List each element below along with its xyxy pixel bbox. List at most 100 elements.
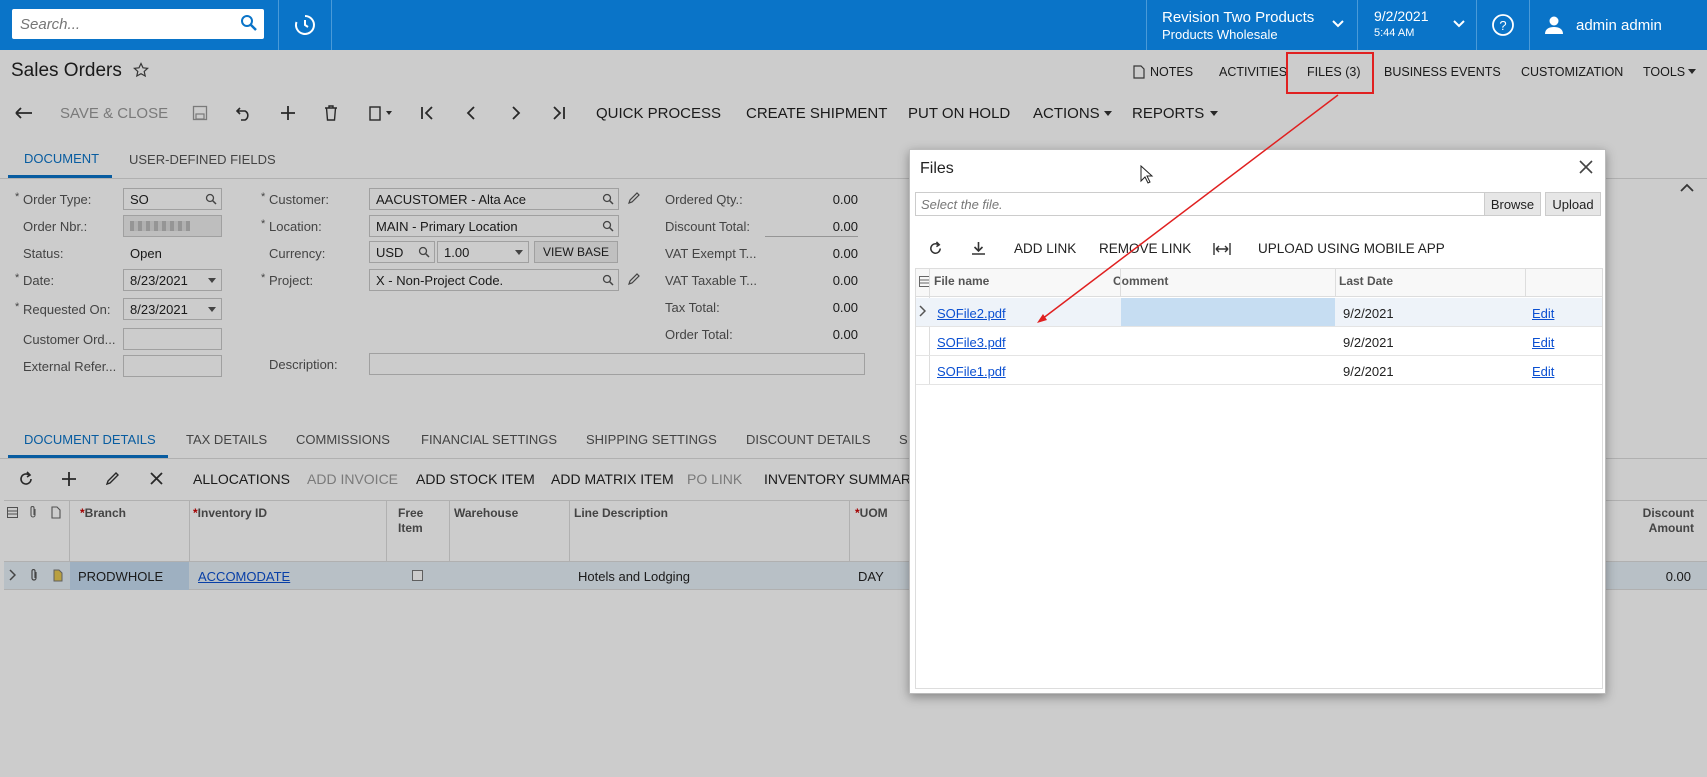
customer-order-field[interactable] — [123, 328, 222, 350]
tools-menu[interactable]: TOOLS — [1643, 65, 1685, 79]
search-box[interactable] — [12, 9, 264, 39]
col-last-date[interactable]: Last Date — [1339, 274, 1393, 288]
external-ref-field[interactable] — [123, 355, 222, 377]
delete-row-icon[interactable] — [150, 472, 163, 485]
edit-row-icon[interactable] — [105, 471, 120, 486]
next-record-icon[interactable] — [510, 106, 522, 120]
tab-document-details[interactable]: DOCUMENT DETAILS — [24, 432, 156, 447]
description-field[interactable] — [369, 353, 865, 375]
help-button[interactable]: ? — [1477, 0, 1529, 50]
file-link-sofile1[interactable]: SOFile1.pdf — [937, 364, 1006, 379]
add-matrix-item-button[interactable]: ADD MATRIX ITEM — [551, 471, 674, 487]
location-field[interactable]: MAIN - Primary Location — [369, 215, 619, 237]
back-icon[interactable] — [15, 106, 33, 120]
col-comment[interactable]: Comment — [1113, 274, 1168, 288]
file-edit-link[interactable]: Edit — [1532, 306, 1554, 321]
business-events-link[interactable]: BUSINESS EVENTS — [1384, 65, 1501, 79]
col-warehouse[interactable]: Warehouse — [454, 506, 518, 520]
business-date-selector[interactable]: 9/2/2021 5:44 AM — [1358, 0, 1476, 50]
caret-down-icon[interactable] — [515, 250, 523, 256]
previous-record-icon[interactable] — [465, 106, 477, 120]
free-item-checkbox[interactable] — [412, 570, 423, 581]
add-link-button[interactable]: ADD LINK — [1014, 241, 1076, 256]
file-row[interactable] — [916, 356, 1602, 385]
caret-down-icon[interactable] — [208, 307, 216, 313]
attachment-icon[interactable] — [29, 569, 39, 582]
copy-paste-icon[interactable] — [368, 105, 392, 121]
search-icon[interactable] — [602, 220, 614, 232]
file-select-input[interactable]: Select the file. — [915, 192, 1486, 216]
view-base-button[interactable]: VIEW BASE — [534, 241, 618, 263]
put-on-hold-button[interactable]: PUT ON HOLD — [908, 105, 1010, 122]
row-expand-icon[interactable] — [9, 569, 16, 581]
actions-menu[interactable]: ACTIONS — [1033, 105, 1100, 122]
col-uom[interactable]: *UOM — [855, 506, 888, 520]
row-expand-icon[interactable] — [919, 305, 926, 317]
remove-link-button[interactable]: REMOVE LINK — [1099, 241, 1191, 256]
cell-discount-amount[interactable]: 0.00 — [1640, 569, 1691, 584]
favorite-star-icon[interactable] — [133, 62, 149, 78]
add-icon[interactable] — [280, 105, 296, 121]
inventory-summary-button[interactable]: INVENTORY SUMMARY — [764, 471, 920, 487]
cell-uom[interactable]: DAY — [858, 569, 884, 584]
reports-menu[interactable]: REPORTS — [1132, 105, 1204, 122]
project-field[interactable]: X - Non-Project Code. — [369, 269, 619, 291]
customization-link[interactable]: CUSTOMIZATION — [1521, 65, 1623, 79]
activities-link[interactable]: ACTIVITIES — [1219, 65, 1287, 79]
search-icon[interactable] — [602, 274, 614, 286]
create-shipment-button[interactable]: CREATE SHIPMENT — [746, 105, 887, 122]
col-file-name[interactable]: File name — [934, 274, 989, 288]
cell-branch[interactable]: PRODWHOLE — [78, 569, 163, 584]
search-icon[interactable] — [418, 246, 430, 258]
tab-shipping-settings[interactable]: SHIPPING SETTINGS — [586, 432, 717, 447]
file-edit-link[interactable]: Edit — [1532, 364, 1554, 379]
col-line-description[interactable]: Line Description — [574, 506, 668, 520]
undo-icon[interactable] — [236, 105, 252, 121]
col-inventory-id[interactable]: *Inventory ID — [193, 506, 267, 520]
tab-user-defined-fields[interactable]: USER-DEFINED FIELDS — [129, 152, 276, 167]
caret-down-icon[interactable] — [208, 278, 216, 284]
edit-pencil-icon[interactable] — [627, 191, 641, 205]
browse-button[interactable]: Browse — [1484, 192, 1541, 216]
download-icon[interactable] — [971, 241, 986, 256]
order-nbr-field[interactable] — [123, 215, 222, 237]
tab-discount-details[interactable]: DISCOUNT DETAILS — [746, 432, 870, 447]
refresh-icon[interactable] — [18, 471, 34, 487]
note-icon[interactable] — [53, 569, 63, 582]
tab-financial-settings[interactable]: FINANCIAL SETTINGS — [421, 432, 557, 447]
save-icon[interactable] — [192, 105, 208, 121]
delete-icon[interactable] — [324, 105, 338, 121]
fit-columns-icon[interactable] — [1213, 243, 1231, 255]
file-row[interactable] — [916, 327, 1602, 356]
add-stock-item-button[interactable]: ADD STOCK ITEM — [416, 471, 535, 487]
grid-settings-icon[interactable] — [7, 507, 18, 518]
customer-field[interactable]: AACUSTOMER - Alta Ace — [369, 188, 619, 210]
comment-cell-selected[interactable] — [1121, 298, 1335, 326]
edit-pencil-icon[interactable] — [627, 272, 641, 286]
refresh-icon[interactable] — [928, 241, 943, 256]
search-input[interactable] — [12, 9, 232, 39]
cell-inventory-id-link[interactable]: ACCOMODATE — [198, 569, 290, 584]
company-selector[interactable]: Revision Two Products Products Wholesale — [1147, 0, 1357, 50]
add-row-icon[interactable] — [61, 471, 77, 487]
col-branch[interactable]: *Branch — [80, 506, 126, 520]
search-icon[interactable] — [602, 193, 614, 205]
search-icon[interactable] — [240, 14, 258, 32]
add-invoice-button[interactable]: ADD INVOICE — [307, 471, 398, 487]
save-close-button[interactable]: SAVE & CLOSE — [60, 105, 168, 122]
col-free-item[interactable]: Free Item — [398, 506, 423, 536]
upload-mobile-app-button[interactable]: UPLOAD USING MOBILE APP — [1258, 241, 1445, 256]
tab-tax-details[interactable]: TAX DETAILS — [186, 432, 267, 447]
notes-link[interactable]: NOTES — [1150, 65, 1193, 79]
search-icon[interactable] — [205, 193, 217, 205]
file-link-sofile3[interactable]: SOFile3.pdf — [937, 335, 1006, 350]
quick-process-button[interactable]: QUICK PROCESS — [596, 105, 721, 122]
last-record-icon[interactable] — [552, 106, 566, 120]
file-link-sofile2[interactable]: SOFile2.pdf — [937, 306, 1006, 321]
chevron-up-icon[interactable] — [1680, 183, 1694, 193]
user-menu[interactable]: admin admin — [1530, 0, 1707, 50]
col-discount-amount[interactable]: Discount Amount — [1641, 506, 1694, 536]
file-edit-link[interactable]: Edit — [1532, 335, 1554, 350]
tab-document[interactable]: DOCUMENT — [24, 151, 99, 166]
first-record-icon[interactable] — [420, 106, 434, 120]
